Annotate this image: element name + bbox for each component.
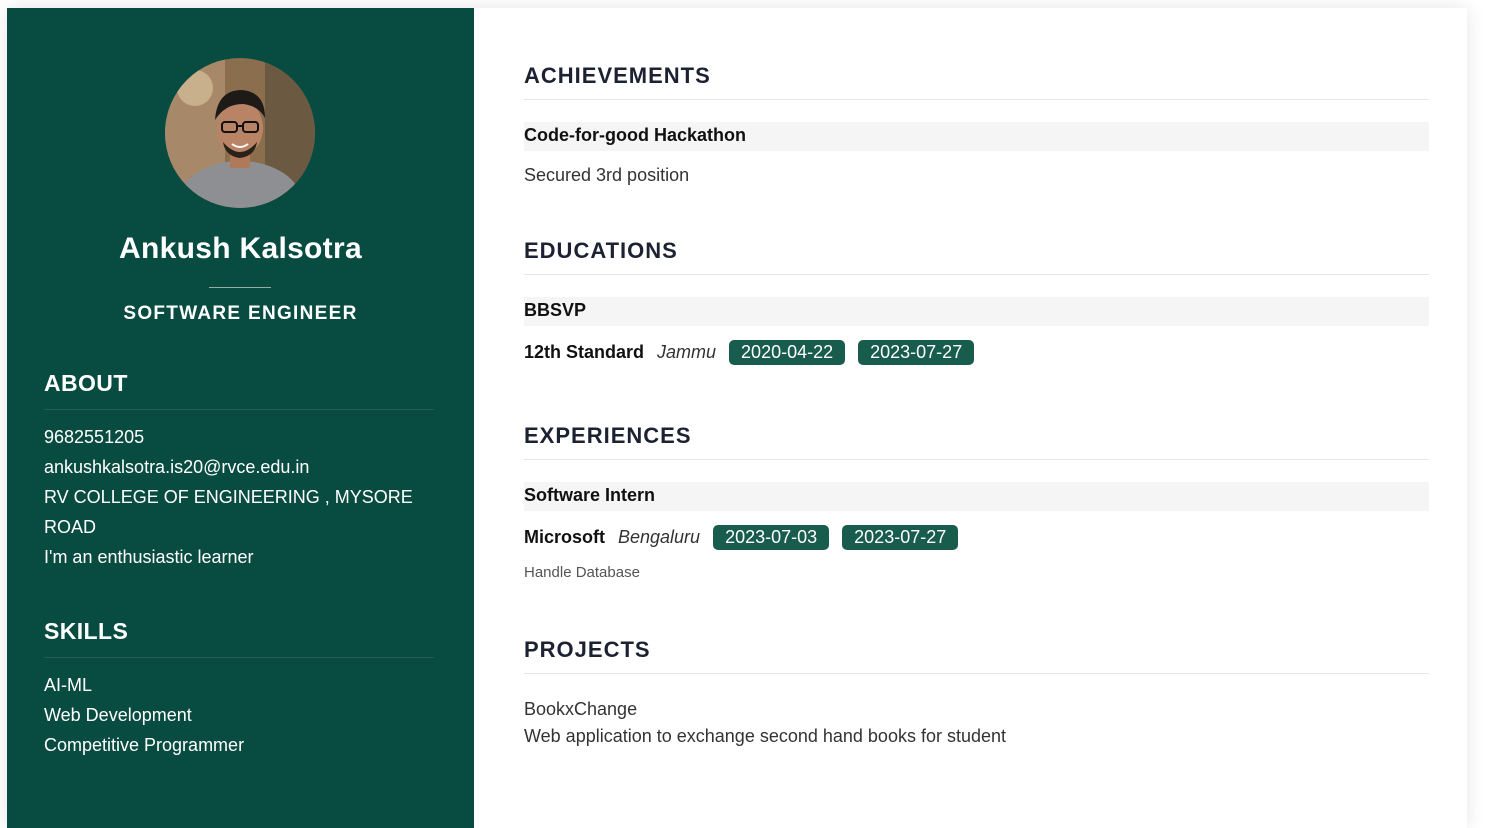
email-address: ankushkalsotra.is20@rvce.edu.in xyxy=(44,457,310,477)
skill-item: Competitive Programmer xyxy=(44,735,245,755)
education-location: Jammu xyxy=(657,342,717,362)
avatar-photo xyxy=(165,58,315,208)
profile-name: Ankush Kalsotra xyxy=(119,232,362,265)
experience-end-badge: 2023-07-27 xyxy=(842,525,959,550)
experience-role: Software Intern xyxy=(524,482,1429,511)
projects-heading: PROJECTS xyxy=(524,637,1429,674)
main-content: ACHIEVEMENTS Code-for-good Hackathon Sec… xyxy=(474,8,1467,828)
achievements-section: ACHIEVEMENTS Code-for-good Hackathon Sec… xyxy=(524,63,1429,186)
project-name: BookxChange xyxy=(524,699,638,719)
education-degree: 12th Standard xyxy=(524,342,645,362)
about-section: ABOUT 9682551205 ankushkalsotra.is20@rvc… xyxy=(44,370,434,572)
experience-start-badge: 2023-07-03 xyxy=(713,525,830,550)
skill-item: Web Development xyxy=(44,705,192,725)
experience-company: Microsoft xyxy=(524,527,605,547)
experiences-heading: EXPERIENCES xyxy=(524,423,1429,460)
achievements-heading: ACHIEVEMENTS xyxy=(524,63,1429,100)
address-line-2: ROAD xyxy=(44,517,97,537)
avatar xyxy=(165,58,315,208)
about-heading: ABOUT xyxy=(44,370,434,410)
educations-heading: EDUCATIONS xyxy=(524,238,1429,275)
education-start-badge: 2020-04-22 xyxy=(729,340,846,365)
education-details: 12th Standard Jammu 2020-04-22 2023-07-2… xyxy=(524,340,1429,365)
education-end-badge: 2023-07-27 xyxy=(858,340,975,365)
resume-card: Ankush Kalsotra SOFTWARE ENGINEER ABOUT … xyxy=(7,8,1467,828)
skills-heading: SKILLS xyxy=(44,618,434,658)
achievement-title: Code-for-good Hackathon xyxy=(524,122,1429,151)
name-divider xyxy=(209,287,271,288)
sidebar: Ankush Kalsotra SOFTWARE ENGINEER ABOUT … xyxy=(7,8,474,828)
experience-description: Handle Database xyxy=(524,564,640,581)
skills-section: SKILLS AI-ML Web Development Competitive… xyxy=(44,618,434,760)
experience-location: Bengaluru xyxy=(618,527,701,547)
phone-number: 9682551205 xyxy=(44,427,145,447)
educations-section: EDUCATIONS BBSVP 12th Standard Jammu 202… xyxy=(524,238,1429,365)
address-line-1: RV COLLEGE OF ENGINEERING , MYSORE xyxy=(44,487,413,507)
project-description: Web application to exchange second hand … xyxy=(524,726,1007,746)
profile-title: SOFTWARE ENGINEER xyxy=(123,303,358,324)
experiences-section: EXPERIENCES Software Intern Microsoft Be… xyxy=(524,423,1429,581)
bio-text: I'm an enthusiastic learner xyxy=(44,547,254,567)
education-institution: BBSVP xyxy=(524,297,1429,326)
experience-details: Microsoft Bengaluru 2023-07-03 2023-07-2… xyxy=(524,525,1429,550)
skill-item: AI-ML xyxy=(44,675,93,695)
achievement-description: Secured 3rd position xyxy=(524,165,690,185)
projects-section: PROJECTS BookxChange Web application to … xyxy=(524,637,1429,747)
